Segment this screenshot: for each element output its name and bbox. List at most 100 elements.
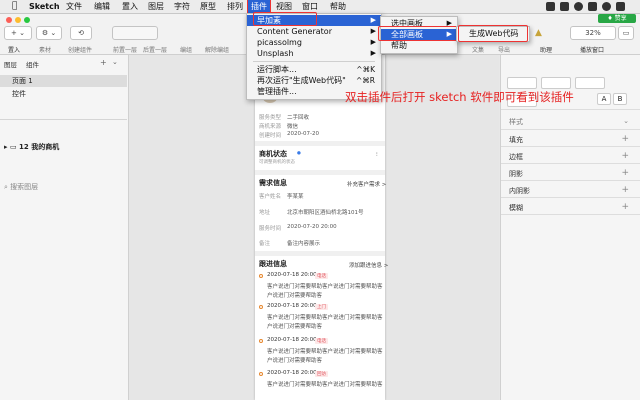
- zoom-control[interactable]: 32%: [570, 26, 616, 40]
- minimize-window-icon[interactable]: [15, 17, 21, 23]
- artboard-icon: ▭: [9, 143, 17, 151]
- tb-label-play-window: 播放窗口: [580, 47, 605, 54]
- insert-button[interactable]: + ⌄: [4, 26, 32, 40]
- follow-line: 户说进门对需要帮助客: [267, 324, 323, 330]
- search-input[interactable]: 搜索图层: [10, 183, 38, 191]
- artboard[interactable]: 服务类型 二手回收 商机来源 微信 创建时间 2020-07-20 商机状态 ●…: [255, 55, 388, 400]
- menu-app[interactable]: Sketch: [29, 1, 60, 12]
- status-toggle-icon[interactable]: ⁝: [376, 152, 378, 158]
- section-label: 模糊: [509, 204, 523, 212]
- tb-label-insert: 置入: [8, 47, 21, 54]
- tb-label-backward: 后置一层: [143, 47, 168, 54]
- menubar:  Sketch 文件 编辑 置入 图层 字符 原型 排列 插件 视图 窗口 帮…: [0, 0, 640, 14]
- tray-icon[interactable]: [588, 2, 597, 11]
- menu-item-label: picassolmg: [257, 38, 302, 47]
- add-fill-icon[interactable]: +: [621, 135, 629, 144]
- page-item[interactable]: 控件: [0, 88, 127, 100]
- follow-line: 客户说进门对需要帮助客户说进门对需要帮助客: [267, 382, 383, 388]
- section-blur: 模糊 +: [509, 203, 635, 213]
- menu-item-label: 帮助: [391, 41, 407, 50]
- follow-line: 客户说进门对需要帮助客户说进门对需要帮助客: [267, 349, 383, 355]
- tb-label-create-symbol: 创建组件: [68, 47, 93, 54]
- layer-search[interactable]: ⌕ 搜索图层: [4, 182, 122, 193]
- tab-layers[interactable]: 图层: [4, 59, 17, 69]
- submenu-arrow-icon: ▶: [370, 49, 376, 57]
- section-label: 填充: [509, 136, 523, 144]
- divider: [501, 214, 640, 215]
- field-value: 备注内容展示: [287, 241, 321, 247]
- menu-item-picassoimg[interactable]: picassolmg ▶: [247, 37, 381, 48]
- add-demand-link[interactable]: 补充客户需求 >: [347, 180, 386, 188]
- menu-item-run-again[interactable]: 再次运行"生成Web代码" ^⌘R: [247, 75, 381, 86]
- follow-line: 户说进门对需要帮助客: [267, 358, 323, 364]
- warning-icon[interactable]: ▲: [535, 28, 542, 38]
- highlight-box: [378, 26, 460, 41]
- add-follow-link[interactable]: 添加跟进信息 >: [349, 261, 388, 269]
- follow-line: 客户说进门对需要帮助客户说进门对需要帮助客: [267, 284, 383, 290]
- menu-shortcut: ^⌘R: [356, 76, 375, 85]
- menu-text[interactable]: 字符: [174, 1, 190, 12]
- x-field[interactable]: [507, 77, 537, 89]
- menu-item-label: Content Generator: [257, 27, 332, 36]
- menu-insert[interactable]: 置入: [122, 1, 138, 12]
- tray-icon[interactable]: [560, 2, 569, 11]
- tray-icon[interactable]: [616, 2, 625, 11]
- inspector-panel: A B 样式 ⌄ 填充 + 边框 + 阴影 + 内阴影 + 模糊 +: [500, 55, 640, 400]
- tb-label-forward: 前置一层: [113, 47, 138, 54]
- menu-item-help[interactable]: 帮助: [381, 40, 457, 51]
- divider: [255, 170, 385, 175]
- divider: [0, 119, 127, 120]
- add-shadow-icon[interactable]: +: [621, 169, 629, 178]
- close-window-icon[interactable]: [6, 17, 12, 23]
- field-value: 2020-07-20: [287, 131, 319, 137]
- layer-order-button[interactable]: [112, 26, 158, 40]
- text-style-a-icon[interactable]: A: [597, 93, 611, 105]
- timeline-dot: [259, 305, 263, 309]
- menu-prototype[interactable]: 原型: [200, 1, 216, 12]
- field-value: 李某某: [287, 194, 304, 200]
- field-value: 2020-07-20 20:00: [287, 224, 337, 230]
- menu-edit[interactable]: 编辑: [94, 1, 110, 12]
- menu-help[interactable]: 帮助: [330, 1, 346, 12]
- menu-item-unsplash[interactable]: Unsplash ▶: [247, 48, 381, 59]
- menu-window[interactable]: 窗口: [302, 1, 318, 12]
- menu-item-label: 再次运行"生成Web代码": [257, 76, 346, 85]
- add-blur-icon[interactable]: +: [621, 203, 629, 212]
- collapse-icon[interactable]: ⌄: [112, 58, 118, 66]
- follow-line: 客户说进门对需要帮助客户说进门对需要帮助客: [267, 315, 383, 321]
- assets-button[interactable]: ⚙ ⌄: [36, 26, 62, 40]
- menu-item-run-script[interactable]: 运行脚本... ^⌘K: [247, 64, 381, 75]
- section-label: 边框: [509, 153, 523, 161]
- chevron-down-icon[interactable]: ⌄: [623, 117, 629, 125]
- add-border-icon[interactable]: +: [621, 152, 629, 161]
- add-inner-shadow-icon[interactable]: +: [621, 186, 629, 195]
- menu-item-label: 运行脚本...: [257, 65, 297, 74]
- follow-tag: 上门: [315, 304, 328, 310]
- disclosure-icon[interactable]: ▸: [4, 143, 8, 151]
- follow-title: 跟进信息: [259, 260, 287, 268]
- y-field[interactable]: [541, 77, 571, 89]
- tray-icon[interactable]: [602, 2, 611, 11]
- maximize-window-icon[interactable]: [24, 17, 30, 23]
- layer-item[interactable]: ▸ ▭ 12 我的商机: [4, 142, 59, 152]
- add-page-icon[interactable]: +: [100, 58, 107, 67]
- menu-view[interactable]: 视图: [276, 1, 292, 12]
- field-label: 创建时间: [259, 133, 282, 139]
- tab-symbols[interactable]: 组件: [26, 59, 39, 69]
- menu-layer[interactable]: 图层: [148, 1, 164, 12]
- text-style-b-icon[interactable]: B: [613, 93, 627, 105]
- preview-button[interactable]: ▭: [618, 26, 634, 40]
- menu-arrange[interactable]: 排列: [227, 1, 243, 12]
- create-symbol-button[interactable]: ⟲: [70, 26, 92, 40]
- menu-item-content-generator[interactable]: Content Generator ▶: [247, 26, 381, 37]
- page-item[interactable]: 页面 1: [0, 75, 127, 87]
- apple-icon[interactable]: : [12, 1, 17, 11]
- divider: [255, 141, 385, 146]
- highlight-box: [458, 25, 528, 42]
- divider: [501, 197, 640, 198]
- w-field[interactable]: [575, 77, 605, 89]
- tray-icon[interactable]: [574, 2, 583, 11]
- menu-item-label: 管理插件...: [257, 87, 297, 96]
- menu-file[interactable]: 文件: [66, 1, 82, 12]
- tray-icon[interactable]: [546, 2, 555, 11]
